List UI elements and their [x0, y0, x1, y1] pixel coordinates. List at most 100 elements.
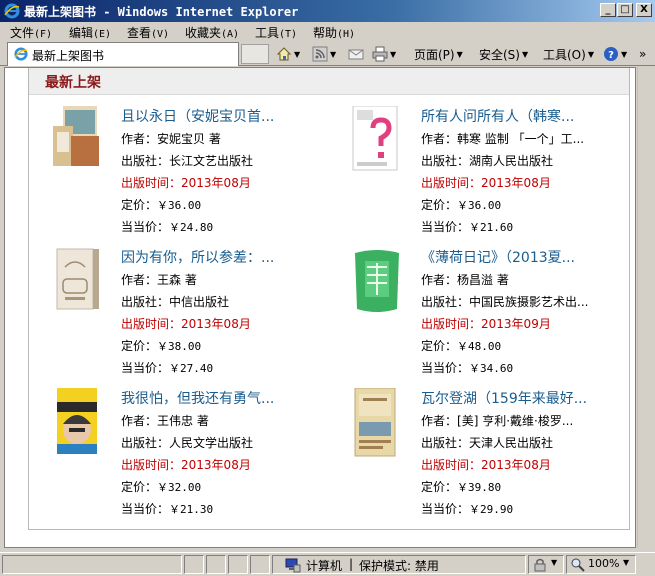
maximize-button[interactable]: □ — [617, 3, 633, 17]
protected-mode-label: 保护模式: 禁用 — [359, 559, 439, 573]
book-author: 作者：杨昌溢 著 — [421, 273, 509, 287]
status-cell — [184, 555, 204, 574]
zoom-icon — [571, 558, 585, 572]
panel-title: 最新上架 — [45, 75, 101, 91]
separator: | — [349, 557, 354, 571]
help-icon: ? — [604, 47, 618, 61]
book-author: 作者：韩寒 监制 「一个」工... — [421, 132, 585, 146]
status-text-cell — [2, 555, 182, 574]
feeds-button[interactable]: ▼ — [312, 45, 336, 63]
book-sale-price: 当当价：￥29.90 — [421, 502, 514, 516]
lock-icon — [534, 558, 546, 572]
book-publisher: 出版社：湖南人民出版社 — [421, 154, 554, 168]
book-title-link[interactable]: 因为有你，所以参差：... — [121, 247, 321, 269]
book-item: 瓦尔登湖（159年来最好... 作者：[美] 亨利·戴维·梭罗... 出版社：天… — [351, 388, 641, 523]
help-button[interactable]: ? ▼ — [603, 45, 627, 63]
window-title-bar[interactable]: 最新上架图书 - Windows Internet Explorer _ □ X — [0, 0, 655, 22]
status-cell — [228, 555, 248, 574]
book-publisher: 出版社：长江文艺出版社 — [121, 154, 254, 168]
vertical-scrollbar[interactable] — [637, 67, 653, 548]
book-sale-price: 当当价：￥21.30 — [121, 502, 214, 516]
book-pubdate: 出版时间：2013年08月 — [421, 176, 551, 190]
book-pubdate: 出版时间：2013年08月 — [421, 458, 551, 472]
book-list-price: 定价：￥38.00 — [121, 339, 202, 353]
status-cell — [250, 555, 270, 574]
book-pubdate: 出版时间：2013年08月 — [121, 458, 251, 472]
more-commands-button[interactable]: » — [639, 45, 646, 63]
menu-file[interactable]: 文件(F) — [10, 24, 52, 41]
book-item: 我很怕，但我还有勇气... 作者：王伟忠 著 出版社：人民文学出版社 出版时间：… — [51, 388, 341, 523]
book-cover-image[interactable] — [351, 388, 403, 460]
tools-menu-button[interactable]: 工具(O) ▼ — [543, 45, 594, 63]
book-cover-image[interactable] — [51, 106, 103, 178]
privacy-button[interactable]: ▼ — [528, 555, 564, 574]
book-title-link[interactable]: 瓦尔登湖（159年来最好... — [421, 388, 621, 410]
mail-button[interactable] — [348, 45, 364, 63]
book-pubdate: 出版时间：2013年08月 — [121, 176, 251, 190]
book-list-price: 定价：￥36.00 — [421, 198, 502, 212]
page-menu-button[interactable]: 页面(P) ▼ — [414, 45, 463, 63]
command-bar: 最新上架图书 ▼ ▼ ▼ 页面(P) ▼ 安全(S) ▼ 工具(O) ▼ ? ▼… — [0, 42, 655, 66]
page-content: 最新上架 且以永日（安妮宝贝首... 作者：安妮宝贝 著 出版社：长江文艺出版社… — [4, 67, 636, 548]
book-publisher: 出版社：中国民族摄影艺术出... — [421, 295, 589, 309]
book-item: 因为有你，所以参差：... 作者：王森 著 出版社：中信出版社 出版时间：201… — [51, 247, 341, 382]
chevron-down-icon: ▼ — [587, 49, 594, 59]
close-button[interactable]: X — [636, 3, 652, 17]
menu-help[interactable]: 帮助(H) — [313, 24, 355, 41]
book-item: 且以永日（安妮宝贝首... 作者：安妮宝贝 著 出版社：长江文艺出版社 出版时间… — [51, 106, 341, 241]
book-publisher: 出版社：中信出版社 — [121, 295, 230, 309]
tab-label: 最新上架图书 — [32, 49, 105, 63]
tab-current[interactable]: 最新上架图书 — [7, 42, 239, 66]
zoom-control[interactable]: 100% ▼ — [566, 555, 636, 574]
ie-tab-icon — [14, 47, 28, 61]
book-item: 《薄荷日记》（2013夏... 作者：杨昌溢 著 出版社：中国民族摄影艺术出..… — [351, 247, 641, 382]
book-author: 作者：王森 著 — [121, 273, 197, 287]
book-title-link[interactable]: 《薄荷日记》（2013夏... — [421, 247, 621, 269]
mail-icon — [348, 49, 364, 60]
book-title-link[interactable]: 我很怕，但我还有勇气... — [121, 388, 321, 410]
book-author: 作者：安妮宝贝 著 — [121, 132, 221, 146]
chevron-down-icon: ▼ — [551, 558, 558, 567]
new-tab-button[interactable] — [241, 44, 269, 64]
panel-header: 最新上架 — [29, 68, 629, 95]
status-cell — [206, 555, 226, 574]
chevron-down-icon: ▼ — [330, 49, 337, 59]
zoom-level: 100% — [588, 557, 620, 570]
chevron-down-icon: ▼ — [623, 558, 630, 567]
book-cover-image[interactable] — [51, 247, 103, 319]
chevron-down-icon: ▼ — [621, 49, 628, 59]
minimize-button[interactable]: _ — [600, 3, 616, 17]
home-button[interactable]: ▼ — [276, 45, 300, 63]
book-list-price: 定价：￥36.00 — [121, 198, 202, 212]
home-icon — [276, 47, 292, 61]
ie-logo-icon — [4, 3, 20, 19]
menu-view[interactable]: 查看(V) — [127, 24, 169, 41]
menu-bar: 文件(F) 编辑(E) 查看(V) 收藏夹(A) 工具(T) 帮助(H) — [0, 22, 655, 42]
book-pubdate: 出版时间：2013年09月 — [421, 317, 551, 331]
menu-favorites[interactable]: 收藏夹(A) — [185, 24, 239, 41]
book-sale-price: 当当价：￥21.60 — [421, 220, 514, 234]
print-button[interactable]: ▼ — [372, 45, 396, 63]
book-cover-image[interactable] — [351, 106, 403, 178]
status-bar: 计算机 | 保护模式: 禁用 ▼ 100% ▼ — [0, 552, 655, 576]
new-arrivals-panel: 最新上架 且以永日（安妮宝贝首... 作者：安妮宝贝 著 出版社：长江文艺出版社… — [28, 68, 630, 530]
chevron-down-icon: ▼ — [456, 49, 463, 59]
computer-icon — [285, 558, 301, 573]
menu-tools[interactable]: 工具(T) — [255, 24, 297, 41]
book-cover-image[interactable] — [351, 247, 403, 319]
menu-edit[interactable]: 编辑(E) — [69, 24, 111, 41]
book-pubdate: 出版时间：2013年08月 — [121, 317, 251, 331]
book-sale-price: 当当价：￥27.40 — [121, 361, 214, 375]
book-list-price: 定价：￥32.00 — [121, 480, 202, 494]
chevron-down-icon: ▼ — [294, 49, 301, 59]
safety-menu-button[interactable]: 安全(S) ▼ — [479, 45, 528, 63]
book-title-link[interactable]: 所有人问所有人（韩寒... — [421, 106, 621, 128]
printer-icon — [372, 46, 388, 62]
book-publisher: 出版社：天津人民出版社 — [421, 436, 554, 450]
book-author: 作者：[美] 亨利·戴维·梭罗... — [421, 414, 574, 428]
book-cover-image[interactable] — [51, 388, 103, 460]
book-list-price: 定价：￥39.80 — [421, 480, 502, 494]
book-sale-price: 当当价：￥34.60 — [421, 361, 514, 375]
book-title-link[interactable]: 且以永日（安妮宝贝首... — [121, 106, 321, 128]
rss-icon — [312, 46, 328, 62]
